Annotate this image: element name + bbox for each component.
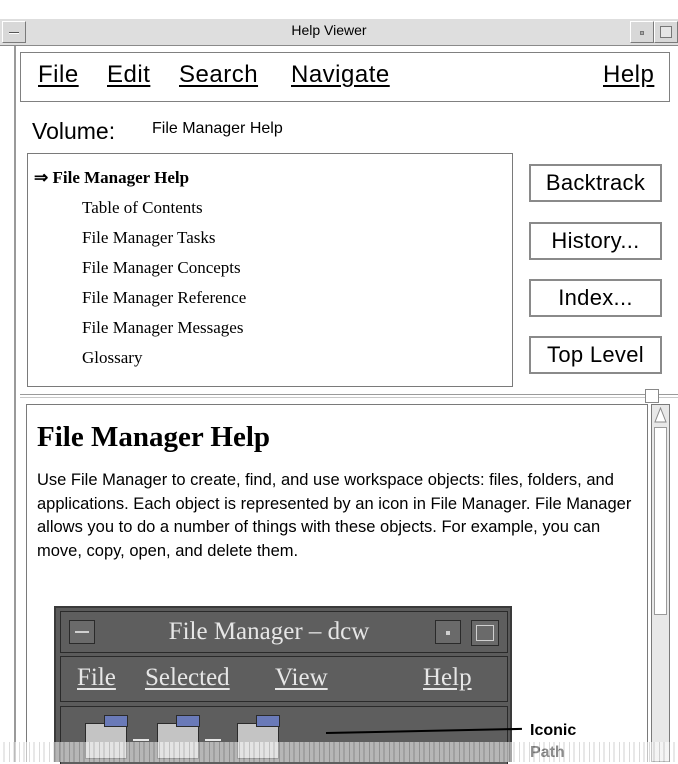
menu-file-label: File bbox=[38, 61, 79, 88]
current-topic-arrow-icon: ⇒ bbox=[34, 168, 49, 187]
vertical-scrollbar[interactable] bbox=[651, 404, 670, 762]
topic-heading: File Manager Help bbox=[37, 421, 271, 453]
index-button[interactable]: Index... bbox=[529, 279, 662, 317]
topic-item[interactable]: File Manager Reference bbox=[82, 288, 246, 308]
menu-file[interactable]: File bbox=[38, 61, 79, 89]
menu-help-label: Help bbox=[603, 61, 655, 88]
maximize-button[interactable] bbox=[654, 21, 678, 43]
window-title: Help Viewer bbox=[291, 22, 367, 38]
image-edge-noise bbox=[0, 742, 678, 762]
figure-window-menu-icon bbox=[69, 620, 95, 644]
path-connector bbox=[133, 739, 149, 741]
volume-label: Volume: bbox=[32, 118, 116, 144]
topic-tree[interactable]: ⇒ File Manager Help Table of Contents Fi… bbox=[27, 153, 513, 387]
topic-item[interactable]: File Manager Concepts bbox=[82, 258, 241, 278]
file-manager-figure: File Manager – dcw File Selected View He… bbox=[54, 606, 512, 764]
menu-bar: File Edit Search Navigate Help bbox=[20, 52, 670, 102]
figure-menu-help: Help bbox=[423, 664, 472, 691]
figure-menu-file: File bbox=[77, 664, 116, 691]
menu-help[interactable]: Help bbox=[603, 61, 654, 89]
pane-sash-handle[interactable] bbox=[645, 389, 659, 403]
scroll-up-arrow-icon[interactable] bbox=[654, 407, 667, 423]
topic-current[interactable]: ⇒ File Manager Help bbox=[34, 168, 189, 188]
pane-divider bbox=[20, 394, 678, 395]
figure-menu-view: View bbox=[275, 664, 328, 691]
title-bar[interactable]: Help Viewer bbox=[0, 18, 678, 46]
topic-item[interactable]: Glossary bbox=[82, 348, 142, 368]
figure-menu-selected: Selected bbox=[145, 664, 230, 691]
menu-search[interactable]: Search bbox=[179, 61, 258, 89]
minimize-icon bbox=[640, 31, 644, 35]
topic-item[interactable]: File Manager Messages bbox=[82, 318, 243, 338]
window-menu-icon bbox=[9, 32, 19, 34]
topic-item[interactable]: File Manager Tasks bbox=[82, 228, 216, 248]
volume-value: File Manager Help bbox=[152, 120, 283, 137]
topic-paragraph: Use File Manager to create, find, and us… bbox=[37, 471, 632, 560]
history-button[interactable]: History... bbox=[529, 222, 662, 260]
menu-edit[interactable]: Edit bbox=[107, 61, 150, 89]
minimize-button[interactable] bbox=[630, 21, 654, 43]
figure-minimize-icon bbox=[435, 620, 461, 644]
top-level-button[interactable]: Top Level bbox=[529, 336, 662, 374]
backtrack-button[interactable]: Backtrack bbox=[529, 164, 662, 202]
figure-title: File Manager – dcw bbox=[168, 618, 370, 645]
figure-menu-bar: File Selected View Help bbox=[60, 656, 508, 702]
pane-divider-shadow bbox=[20, 397, 678, 398]
topic-item[interactable]: Table of Contents bbox=[82, 198, 203, 218]
menu-navigate[interactable]: Navigate bbox=[291, 61, 390, 89]
menu-navigate-label: Navigate bbox=[291, 61, 390, 88]
path-connector bbox=[205, 739, 221, 741]
window-menu-button[interactable] bbox=[2, 21, 26, 43]
figure-title-bar: File Manager – dcw bbox=[60, 611, 508, 653]
topic-current-label: File Manager Help bbox=[52, 168, 190, 187]
maximize-icon bbox=[660, 26, 672, 38]
menu-search-label: Search bbox=[179, 61, 259, 88]
menu-edit-label: Edit bbox=[107, 61, 151, 88]
figure-maximize-icon bbox=[471, 620, 499, 646]
scrollbar-thumb[interactable] bbox=[654, 427, 667, 615]
